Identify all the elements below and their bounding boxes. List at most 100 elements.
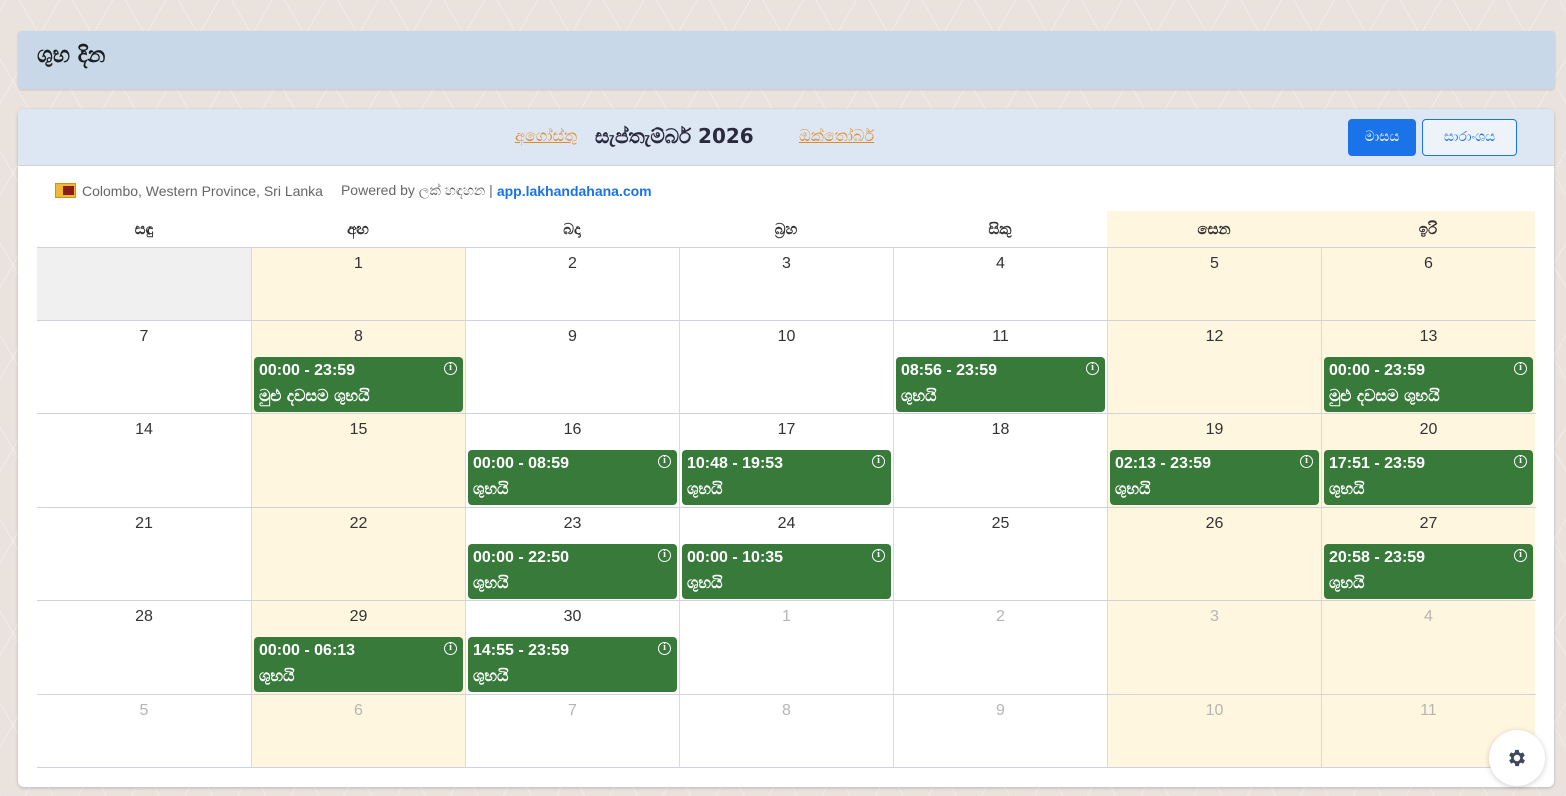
day-cell[interactable]: 26 — [1107, 508, 1321, 600]
day-cell[interactable]: 6 — [251, 695, 465, 767]
day-cell[interactable]: 17 10:48 - 19:53 ශුභයි i — [679, 414, 893, 507]
day-cell[interactable]: 3 — [1107, 601, 1321, 694]
day-cell[interactable]: 9 — [893, 695, 1107, 767]
auspicious-event[interactable]: 20:58 - 23:59 ශුභයි i — [1324, 544, 1533, 599]
auspicious-event[interactable]: 00:00 - 23:59 මුළු දවසම ශුභයි i — [254, 357, 463, 412]
day-cell[interactable]: 27 20:58 - 23:59 ශුභයි i — [1321, 508, 1535, 600]
auspicious-event[interactable]: 10:48 - 19:53 ශුභයි i — [682, 450, 891, 505]
event-time: 17:51 - 23:59 — [1329, 455, 1426, 472]
auspicious-event[interactable]: 00:00 - 08:59 ශුභයි i — [468, 450, 677, 505]
day-number: 10 — [1205, 702, 1224, 719]
info-circle-icon[interactable]: i — [658, 455, 671, 468]
info-circle-icon[interactable]: i — [658, 549, 671, 562]
info-circle-icon[interactable]: i — [872, 549, 885, 562]
event-label: ශුභයි — [1115, 479, 1151, 498]
day-number: 4 — [1424, 608, 1433, 625]
day-number: 8 — [782, 702, 791, 719]
info-circle-icon[interactable]: i — [1514, 455, 1527, 468]
auspicious-event[interactable]: 00:00 - 06:13 ශුභයි i — [254, 637, 463, 692]
next-month-link[interactable]: ඔක්තෝබර් — [799, 126, 874, 146]
info-circle-icon[interactable]: i — [658, 642, 671, 655]
settings-button[interactable] — [1489, 730, 1545, 786]
info-circle-icon[interactable]: i — [1514, 549, 1527, 562]
weekday-header: බ්‍රහ — [774, 220, 798, 238]
info-circle-icon[interactable]: i — [1300, 455, 1313, 468]
day-cell[interactable]: 2 — [893, 601, 1107, 694]
day-cell[interactable]: 1 — [679, 601, 893, 694]
event-label: ශුභයි — [687, 573, 723, 592]
auspicious-event[interactable]: 14:55 - 23:59 ශුභයි i — [468, 637, 677, 692]
calendar-card: අගෝස්තු සැප්තැම්බර් 2026 ඔක්තෝබර් මාසය ස… — [18, 109, 1554, 787]
day-cell[interactable]: 20 17:51 - 23:59 ශුභයි i — [1321, 414, 1535, 507]
day-number: 10 — [777, 328, 796, 345]
day-cell[interactable]: 24 00:00 - 10:35 ශුභයි i — [679, 508, 893, 600]
day-cell[interactable]: 12 — [1107, 321, 1321, 413]
day-number: 7 — [568, 702, 577, 719]
event-label: ශුභයි — [473, 573, 509, 592]
day-cell[interactable]: 4 — [1321, 601, 1535, 694]
day-cell[interactable]: 7 — [465, 695, 679, 767]
page-title: ශුභ දින — [37, 43, 106, 68]
day-cell[interactable]: 7 — [37, 321, 251, 413]
summary-view-button[interactable]: සාරාංශය — [1422, 119, 1517, 156]
current-month-title: සැප්තැම්බර් 2026 — [595, 124, 754, 148]
week-row: 21 22 23 00:00 - 22:50 ශුභයි i 24 00:00 - 10:35… — [37, 508, 1536, 601]
month-view-button[interactable]: මාසය — [1348, 119, 1416, 156]
day-cell[interactable]: 14 — [37, 414, 251, 507]
day-number: 6 — [354, 702, 363, 719]
event-label: ශුභයි — [901, 386, 937, 405]
day-cell[interactable]: 11 08:56 - 23:59 ශුභයි i — [893, 321, 1107, 413]
day-cell[interactable]: 8 00:00 - 23:59 මුළු දවසම ශුභයි i — [251, 321, 465, 413]
info-circle-icon[interactable]: i — [872, 455, 885, 468]
info-circle-icon[interactable]: i — [444, 362, 457, 375]
day-cell[interactable]: 29 00:00 - 06:13 ශුභයි i — [251, 601, 465, 694]
calendar-toolbar: අගෝස්තු සැප්තැම්බර් 2026 ඔක්තෝබර් මාසය ස… — [18, 109, 1554, 166]
day-cell[interactable]: 28 — [37, 601, 251, 694]
day-cell[interactable]: 25 — [893, 508, 1107, 600]
day-number: 27 — [1419, 515, 1438, 532]
auspicious-event[interactable]: 02:13 - 23:59 ශුභයි i — [1110, 450, 1319, 505]
event-label: මුළු දවසම ශුභයි — [259, 386, 370, 405]
day-cell[interactable]: 4 — [893, 248, 1107, 320]
day-number: 16 — [563, 421, 582, 438]
week-row: 7 8 00:00 - 23:59 මුළු දවසම ශුභයි i 9 10 11 08:5… — [37, 321, 1536, 414]
day-number: 23 — [563, 515, 582, 532]
day-cell[interactable]: 3 — [679, 248, 893, 320]
info-circle-icon[interactable]: i — [1086, 362, 1099, 375]
day-cell[interactable]: 16 00:00 - 08:59 ශුභයි i — [465, 414, 679, 507]
auspicious-event[interactable]: 00:00 - 10:35 ශුභයි i — [682, 544, 891, 599]
day-cell[interactable]: 5 — [37, 695, 251, 767]
powered-by-text: Powered by ලක් හඳහන | — [340, 182, 493, 198]
day-cell[interactable]: 19 02:13 - 23:59 ශුභයි i — [1107, 414, 1321, 507]
day-number: 18 — [991, 421, 1010, 438]
auspicious-event[interactable]: 17:51 - 23:59 ශුභයි i — [1324, 450, 1533, 505]
day-cell[interactable]: 10 — [679, 321, 893, 413]
auspicious-event[interactable]: 00:00 - 23:59 මුළු දවසම ශුභයි i — [1324, 357, 1533, 412]
week-row: 5 6 7 8 9 10 11 — [37, 695, 1536, 768]
day-number: 14 — [135, 421, 153, 438]
day-cell[interactable]: 21 — [37, 508, 251, 600]
event-time: 00:00 - 06:13 — [259, 642, 356, 659]
week-row: 14 15 16 00:00 - 08:59 ශුභයි i 17 10:48 - 19:53… — [37, 414, 1536, 508]
day-cell[interactable]: 2 — [465, 248, 679, 320]
app-link[interactable]: app.lakhandahana.com — [497, 183, 652, 199]
day-cell[interactable]: 22 — [251, 508, 465, 600]
info-circle-icon[interactable]: i — [444, 642, 457, 655]
auspicious-event[interactable]: 08:56 - 23:59 ශුභයි i — [896, 357, 1105, 412]
day-cell[interactable]: 6 — [1321, 248, 1535, 320]
day-cell[interactable]: 9 — [465, 321, 679, 413]
day-cell[interactable]: 8 — [679, 695, 893, 767]
event-time: 00:00 - 23:59 — [259, 362, 356, 379]
prev-month-link[interactable]: අගෝස්තු — [515, 126, 577, 146]
day-cell[interactable]: 23 00:00 - 22:50 ශුභයි i — [465, 508, 679, 600]
day-cell[interactable]: 5 — [1107, 248, 1321, 320]
day-cell[interactable]: 1 — [251, 248, 465, 320]
day-cell[interactable]: 13 00:00 - 23:59 මුළු දවසම ශුභයි i — [1321, 321, 1535, 413]
day-cell[interactable]: 18 — [893, 414, 1107, 507]
day-cell[interactable]: 10 — [1107, 695, 1321, 767]
info-circle-icon[interactable]: i — [1514, 362, 1527, 375]
event-label: ශුභයි — [687, 479, 723, 498]
auspicious-event[interactable]: 00:00 - 22:50 ශුභයි i — [468, 544, 677, 599]
day-cell[interactable]: 15 — [251, 414, 465, 507]
day-cell[interactable]: 30 14:55 - 23:59 ශුභයි i — [465, 601, 679, 694]
